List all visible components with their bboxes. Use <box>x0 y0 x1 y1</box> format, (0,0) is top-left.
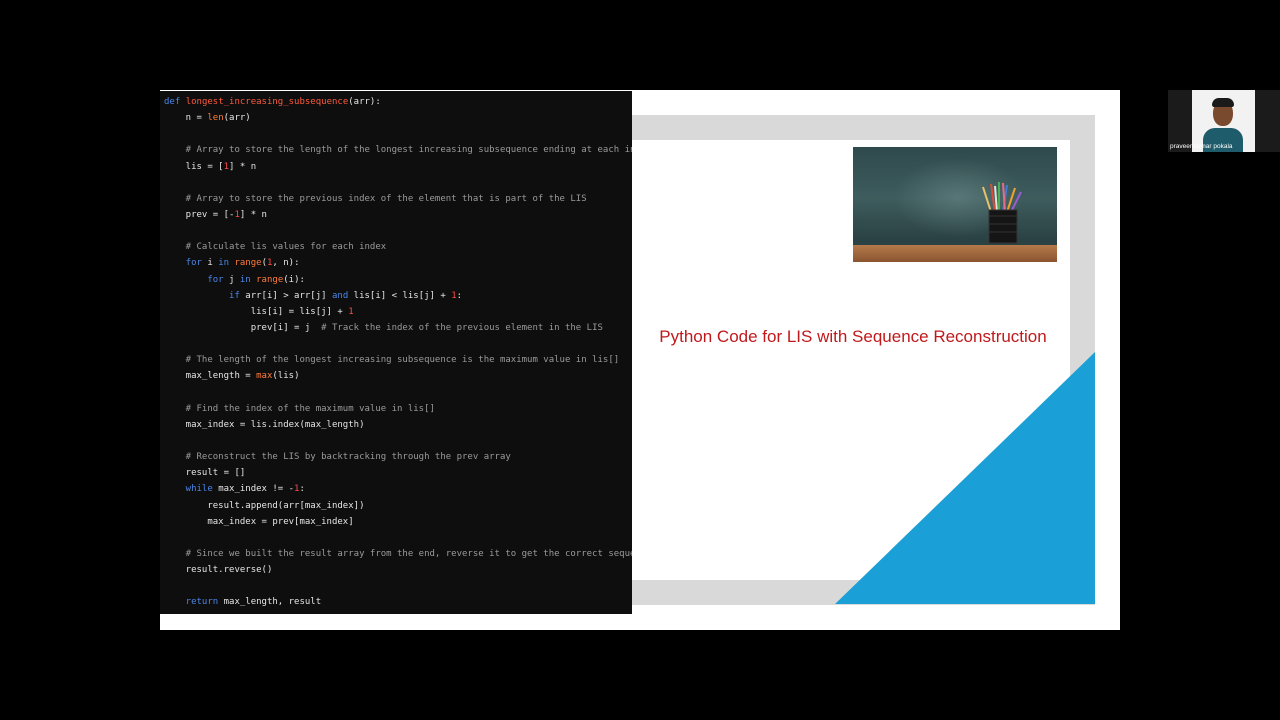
code-token: # Array to store the length of the longe… <box>164 145 632 156</box>
code-token: lis[i] = lis[j] + <box>164 306 349 317</box>
avatar-hair <box>1212 98 1234 107</box>
code-token: # Array to store the previous index of t… <box>164 193 587 204</box>
code-line: # Reconstruct the LIS by backtracking th… <box>164 449 632 465</box>
code-token: n = <box>164 113 208 124</box>
code-token: , n): <box>272 258 300 269</box>
code-token: return <box>164 597 224 608</box>
code-token: (lis) <box>272 371 300 382</box>
code-token: # The length of the longest increasing s… <box>164 355 620 366</box>
code-token: range <box>256 274 284 285</box>
code-token: prev = [- <box>164 209 235 220</box>
code-token: # Find the index of the maximum value in… <box>164 403 435 414</box>
participant-name: praveenkumar pokala <box>1170 143 1233 150</box>
code-token: arr[i] > arr[j] <box>245 290 332 301</box>
code-token: j <box>229 274 240 285</box>
code-token: while <box>164 484 219 495</box>
code-token: # Reconstruct the LIS by backtracking th… <box>164 452 511 463</box>
code-token: result.append(arr[max_index]) <box>164 500 365 511</box>
code-token: max_length = <box>164 371 257 382</box>
code-line: max_index = lis.index(max_length) <box>164 417 632 433</box>
code-token: len <box>207 113 224 124</box>
code-line: return max_length, result <box>164 594 632 610</box>
code-token: if <box>164 290 246 301</box>
code-line: n = len(arr) <box>164 110 632 126</box>
code-token: # Track the index of the previous elemen… <box>321 322 603 333</box>
code-line: for i in range(1, n): <box>164 255 632 271</box>
code-token: ] * n <box>229 161 257 172</box>
code-token: lis = [ <box>164 161 224 172</box>
code-panel: def longest_increasing_subsequence(arr):… <box>160 91 632 614</box>
code-token: (i): <box>283 274 305 285</box>
code-token: (arr): <box>348 97 381 107</box>
code-line: result.append(arr[max_index]) <box>164 498 632 514</box>
code-token: (arr) <box>223 113 251 124</box>
code-token: : <box>299 484 305 495</box>
code-token: 1 <box>348 306 354 317</box>
code-token: max_index = lis.index(max_length) <box>164 419 365 430</box>
code-token: # Since we built the result array from t… <box>164 548 632 559</box>
code-line: result.reverse() <box>164 562 632 578</box>
code-line: # Array to store the length of the longe… <box>164 142 632 158</box>
code-token: in <box>218 258 235 269</box>
code-token: max_index = prev[max_index] <box>164 516 354 527</box>
code-line: for j in range(i): <box>164 272 632 288</box>
code-token: range <box>234 258 262 269</box>
code-line: prev = [-1] * n <box>164 207 632 223</box>
code-token: result.reverse() <box>164 565 273 576</box>
code-line: max_index = prev[max_index] <box>164 514 632 530</box>
code-line: max_length = max(lis) <box>164 368 632 384</box>
code-token: ] * n <box>239 209 267 220</box>
code-block: def longest_increasing_subsequence(arr):… <box>160 91 632 611</box>
code-token: def <box>164 97 186 107</box>
code-token: max_length, result <box>223 597 322 608</box>
code-token: for <box>164 274 230 285</box>
code-line: # Array to store the previous index of t… <box>164 191 632 207</box>
slide-title: Python Code for LIS with Sequence Recons… <box>659 327 1047 346</box>
code-token: result = [] <box>164 468 246 479</box>
code-token: : <box>456 290 463 301</box>
photo-table-surface <box>853 245 1057 262</box>
code-token: i <box>207 258 219 269</box>
code-token: and <box>331 290 354 301</box>
code-token: # Calculate lis values for each index <box>164 242 387 253</box>
code-line: if arr[i] > arr[j] and lis[i] < lis[j] +… <box>164 288 632 304</box>
code-line: # Since we built the result array from t… <box>164 546 632 562</box>
code-token: in <box>239 274 257 285</box>
code-token: prev[i] = j <box>164 322 322 333</box>
code-line: prev[i] = j # Track the index of the pre… <box>164 320 632 336</box>
code-line: while max_index != -1: <box>164 481 632 497</box>
code-line: # Calculate lis values for each index <box>164 239 632 255</box>
code-line: # Find the index of the maximum value in… <box>164 401 632 417</box>
code-token: max_index != - <box>218 484 295 495</box>
code-token: longest_increasing_subsequence <box>185 97 349 107</box>
code-line: lis = [1] * n <box>164 159 632 175</box>
code-line: def longest_increasing_subsequence(arr): <box>164 94 632 110</box>
pencil-cup-photo <box>853 147 1057 262</box>
code-token: lis[i] < lis[j] + <box>353 290 452 301</box>
code-line: result = [] <box>164 465 632 481</box>
code-line: # The length of the longest increasing s… <box>164 352 632 368</box>
code-token: max <box>256 371 273 382</box>
participant-video-tile[interactable]: praveenkumar pokala <box>1168 90 1280 152</box>
code-line: lis[i] = lis[j] + 1 <box>164 304 632 320</box>
code-token: for <box>164 258 208 269</box>
